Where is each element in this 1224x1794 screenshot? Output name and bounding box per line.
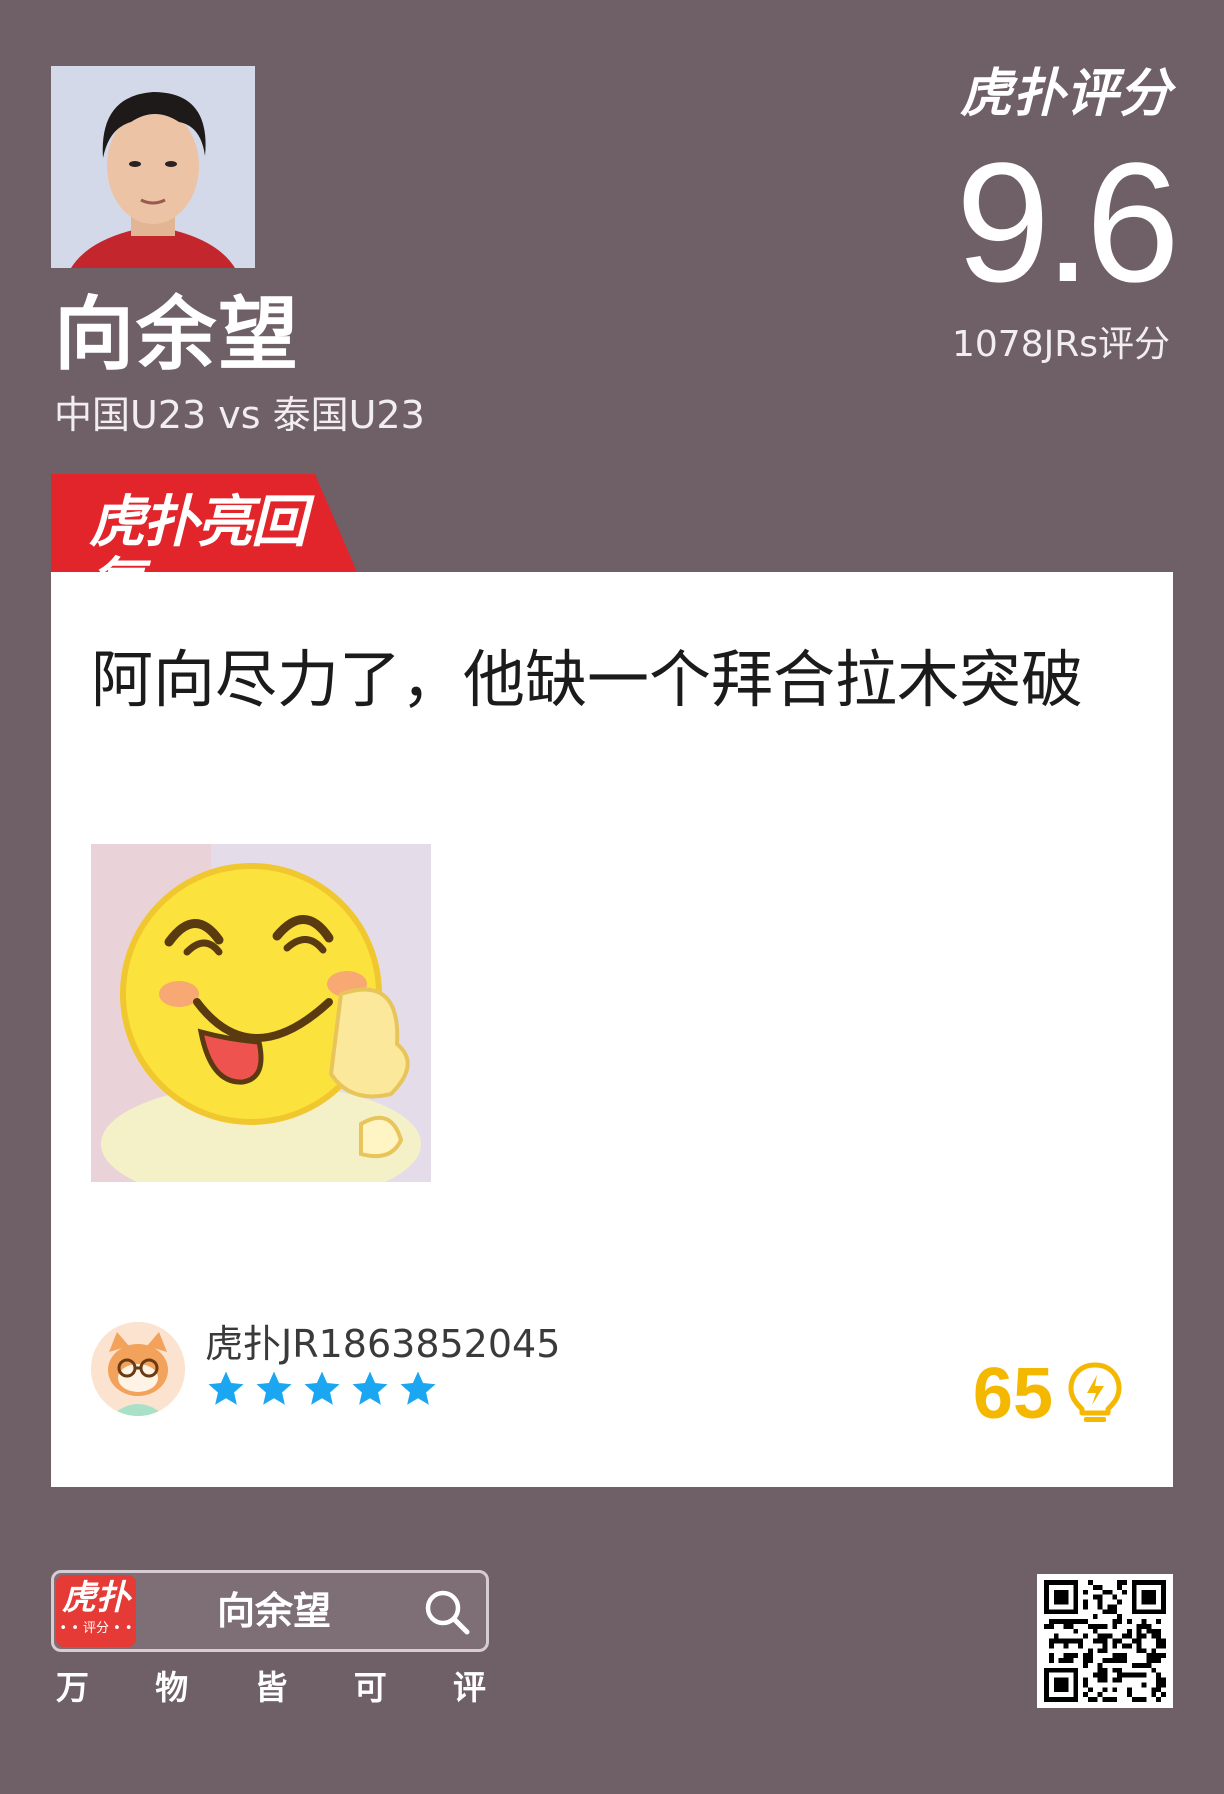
star-icon (400, 1371, 436, 1405)
search-bar[interactable]: 虎扑 • • 评分 • • 向余望 (51, 1570, 489, 1652)
player-photo-image (51, 66, 255, 268)
search-icon[interactable] (422, 1587, 472, 1637)
search-input[interactable]: 向余望 (164, 1585, 384, 1637)
slogan-char: 物 (155, 1668, 189, 1707)
slogan-char: 评 (453, 1668, 486, 1707)
hupu-app-icon: 虎扑 • • 评分 • • (56, 1575, 136, 1647)
likes-count: 65 (972, 1354, 1053, 1434)
rating-score: 9.6 (955, 128, 1180, 318)
app-icon-label: 虎扑 (62, 1578, 130, 1618)
slogan: 万 物 皆 可 评 (56, 1666, 486, 1710)
star-icon (208, 1371, 244, 1405)
slogan-char: 皆 (254, 1668, 288, 1707)
match-info: 中国U23 vs 泰国U23 (54, 393, 425, 437)
slogan-char: 可 (353, 1668, 387, 1707)
username[interactable]: 虎扑JR1863852045 (205, 1320, 560, 1368)
qr-code[interactable] (1037, 1574, 1173, 1708)
light-up-button[interactable]: 65 (973, 1354, 1123, 1434)
comment-card: 阿向尽力了，他缺一个拜合拉木突破 虎扑JR1863852045 65 (51, 572, 1173, 1487)
star-icon (304, 1371, 340, 1405)
star-icon (352, 1371, 388, 1405)
player-photo (51, 66, 255, 268)
star-icon (256, 1371, 292, 1405)
user-level-stars (205, 1368, 439, 1412)
player-name: 向余望 (54, 288, 300, 381)
rating-count: 1078JRs评分 (951, 324, 1170, 365)
fox-avatar-icon (91, 1322, 185, 1416)
highlight-reply-tag: 虎扑亮回复 (51, 474, 357, 572)
meme-image (91, 844, 431, 1182)
hupu-rating-logo: 虎扑评分 (959, 64, 1172, 124)
avatar[interactable] (91, 1322, 185, 1416)
slogan-char: 万 (56, 1668, 89, 1707)
app-icon-sublabel: • • 评分 • • (59, 1621, 133, 1636)
comment-text: 阿向尽力了，他缺一个拜合拉木突破 (91, 643, 1084, 716)
qr-code-icon (1044, 1580, 1166, 1702)
smiling-tongue-thumbs-up-emoji (91, 844, 431, 1182)
lightbulb-icon (1068, 1362, 1122, 1422)
